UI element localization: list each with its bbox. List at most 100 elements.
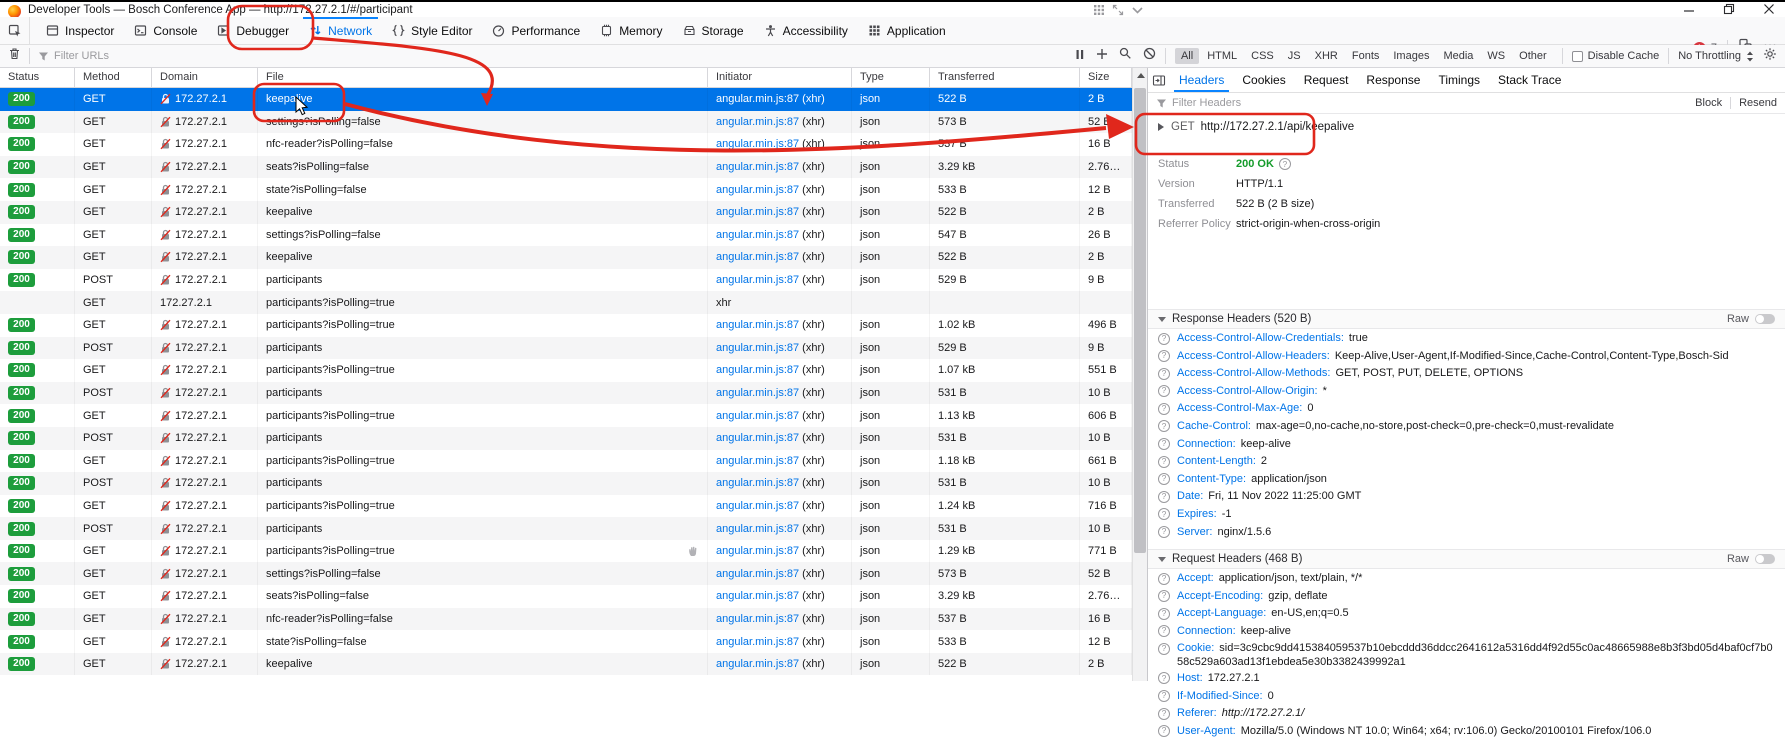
throttling-dropdown[interactable]: No Throttling: [1678, 50, 1754, 62]
header-name[interactable]: Accept:: [1177, 572, 1214, 584]
header-row[interactable]: ?Cache-Control:max-age=0,no-cache,no-sto…: [1148, 418, 1785, 436]
tab-inspector[interactable]: Inspector: [36, 17, 124, 44]
help-icon[interactable]: ?: [1158, 672, 1170, 684]
type-filter-media[interactable]: Media: [1437, 48, 1479, 64]
header-name[interactable]: Access-Control-Allow-Credentials:: [1177, 332, 1344, 344]
disclosure-triangle-icon[interactable]: [1158, 123, 1164, 131]
initiator-link[interactable]: angular.min.js:87: [716, 410, 799, 422]
table-row[interactable]: 200POST172.27.2.1participantsangular.min…: [0, 427, 1132, 450]
type-filter-ws[interactable]: WS: [1481, 48, 1511, 64]
column-header-file[interactable]: File: [258, 68, 708, 87]
help-icon[interactable]: ?: [1158, 333, 1170, 345]
initiator-link[interactable]: angular.min.js:87: [716, 477, 799, 489]
type-filter-all[interactable]: All: [1175, 48, 1199, 64]
panel-tab-headers[interactable]: Headers: [1170, 68, 1233, 92]
header-row[interactable]: ?Referer:http://172.27.2.1/: [1148, 705, 1785, 723]
header-row[interactable]: ?Accept:application/json, text/plain, */…: [1148, 570, 1785, 588]
panel-tab-timings[interactable]: Timings: [1429, 68, 1489, 92]
header-row[interactable]: ?Accept-Encoding:gzip, deflate: [1148, 588, 1785, 606]
table-row[interactable]: 200POST172.27.2.1participantsangular.min…: [0, 337, 1132, 360]
header-row[interactable]: ?Access-Control-Allow-Headers:Keep-Alive…: [1148, 348, 1785, 366]
header-name[interactable]: If-Modified-Since:: [1177, 690, 1263, 702]
restore-button[interactable]: [1723, 3, 1735, 15]
help-icon[interactable]: ?: [1158, 473, 1170, 485]
header-name[interactable]: Expires:: [1177, 508, 1217, 520]
header-row[interactable]: ?User-Agent:Mozilla/5.0 (Windows NT 10.0…: [1148, 723, 1785, 740]
collapse-panel-icon[interactable]: [1148, 68, 1170, 92]
help-icon[interactable]: ?: [1158, 350, 1170, 362]
help-icon[interactable]: ?: [1158, 385, 1170, 397]
caret-down-icon[interactable]: [1158, 557, 1166, 562]
raw-toggle[interactable]: [1755, 314, 1775, 324]
help-icon[interactable]: ?: [1158, 690, 1170, 702]
help-icon[interactable]: ?: [1158, 420, 1170, 432]
pick-element-icon[interactable]: [0, 17, 30, 44]
header-name[interactable]: Host:: [1177, 672, 1203, 684]
initiator-link[interactable]: angular.min.js:87: [716, 342, 799, 354]
search-icon[interactable]: [1119, 47, 1132, 65]
panel-tab-request[interactable]: Request: [1295, 68, 1358, 92]
tab-console[interactable]: Console: [124, 17, 207, 44]
table-row[interactable]: 200GET172.27.2.1participants?isPolling=t…: [0, 314, 1132, 337]
type-filter-other[interactable]: Other: [1513, 48, 1553, 64]
initiator-link[interactable]: angular.min.js:87: [716, 274, 799, 286]
header-name[interactable]: Content-Type:: [1177, 473, 1246, 485]
help-icon[interactable]: ?: [1158, 625, 1170, 637]
close-button[interactable]: [1763, 3, 1775, 15]
header-name[interactable]: Access-Control-Allow-Origin:: [1177, 385, 1318, 397]
initiator-link[interactable]: angular.min.js:87: [716, 523, 799, 535]
header-row[interactable]: ?Connection:keep-alive: [1148, 436, 1785, 454]
header-row[interactable]: ?Date:Fri, 11 Nov 2022 11:25:00 GMT: [1148, 488, 1785, 506]
header-name[interactable]: Cookie:: [1177, 642, 1214, 654]
help-icon[interactable]: ?: [1158, 708, 1170, 720]
request-headers-section[interactable]: Request Headers (468 B) Raw: [1148, 549, 1785, 569]
table-row[interactable]: 200GET172.27.2.1participants?isPolling=t…: [0, 450, 1132, 473]
help-icon[interactable]: ?: [1279, 158, 1291, 170]
type-filter-html[interactable]: HTML: [1201, 48, 1243, 64]
column-header-method[interactable]: Method: [75, 68, 152, 87]
minimize-button[interactable]: [1683, 3, 1695, 15]
initiator-link[interactable]: angular.min.js:87: [716, 432, 799, 444]
initiator-link[interactable]: angular.min.js:87: [716, 658, 799, 670]
header-name[interactable]: User-Agent:: [1177, 725, 1236, 737]
tab-performance[interactable]: Performance: [482, 17, 590, 44]
tab-style-editor[interactable]: Style Editor: [382, 17, 482, 44]
initiator-link[interactable]: angular.min.js:87: [716, 319, 799, 331]
initiator-link[interactable]: angular.min.js:87: [716, 455, 799, 467]
type-filter-js[interactable]: JS: [1282, 48, 1307, 64]
tab-debugger[interactable]: Debugger: [207, 17, 299, 44]
pause-icon[interactable]: [1075, 47, 1085, 65]
header-name[interactable]: Date:: [1177, 490, 1203, 502]
caret-down-icon[interactable]: [1158, 317, 1166, 322]
table-row[interactable]: 200GET172.27.2.1seats?isPolling=falseang…: [0, 585, 1132, 608]
initiator-link[interactable]: angular.min.js:87: [716, 229, 799, 241]
initiator-link[interactable]: angular.min.js:87: [716, 364, 799, 376]
resend-button[interactable]: Resend: [1739, 97, 1777, 109]
initiator-link[interactable]: angular.min.js:87: [716, 387, 799, 399]
table-row[interactable]: 200GET172.27.2.1nfc-reader?isPolling=fal…: [0, 133, 1132, 156]
help-icon[interactable]: ?: [1158, 403, 1170, 415]
table-row[interactable]: 200GET172.27.2.1settings?isPolling=false…: [0, 111, 1132, 134]
panel-tab-response[interactable]: Response: [1357, 68, 1429, 92]
raw-toggle[interactable]: [1755, 554, 1775, 564]
header-row[interactable]: ?Server:nginx/1.5.6: [1148, 524, 1785, 542]
help-icon[interactable]: ?: [1158, 526, 1170, 538]
response-headers-section[interactable]: Response Headers (520 B) Raw: [1148, 309, 1785, 329]
type-filter-xhr[interactable]: XHR: [1309, 48, 1344, 64]
help-icon[interactable]: ?: [1158, 508, 1170, 520]
header-name[interactable]: Connection:: [1177, 625, 1236, 637]
header-name[interactable]: Access-Control-Allow-Headers:: [1177, 350, 1330, 362]
type-filter-images[interactable]: Images: [1387, 48, 1435, 64]
initiator-link[interactable]: angular.min.js:87: [716, 251, 799, 263]
block-icon[interactable]: [1143, 47, 1156, 65]
initiator-link[interactable]: angular.min.js:87: [716, 93, 799, 105]
column-header-domain[interactable]: Domain: [152, 68, 258, 87]
table-row[interactable]: 200GET172.27.2.1keepaliveangular.min.js:…: [0, 653, 1132, 676]
tab-network[interactable]: Network: [299, 17, 382, 44]
initiator-link[interactable]: angular.min.js:87: [716, 161, 799, 173]
scrollbar-thumb[interactable]: [1134, 88, 1146, 553]
header-row[interactable]: ?Content-Type:application/json: [1148, 471, 1785, 489]
tab-application[interactable]: Application: [858, 17, 956, 44]
header-name[interactable]: Access-Control-Allow-Methods:: [1177, 367, 1330, 379]
header-row[interactable]: ?Access-Control-Allow-Origin:*: [1148, 383, 1785, 401]
